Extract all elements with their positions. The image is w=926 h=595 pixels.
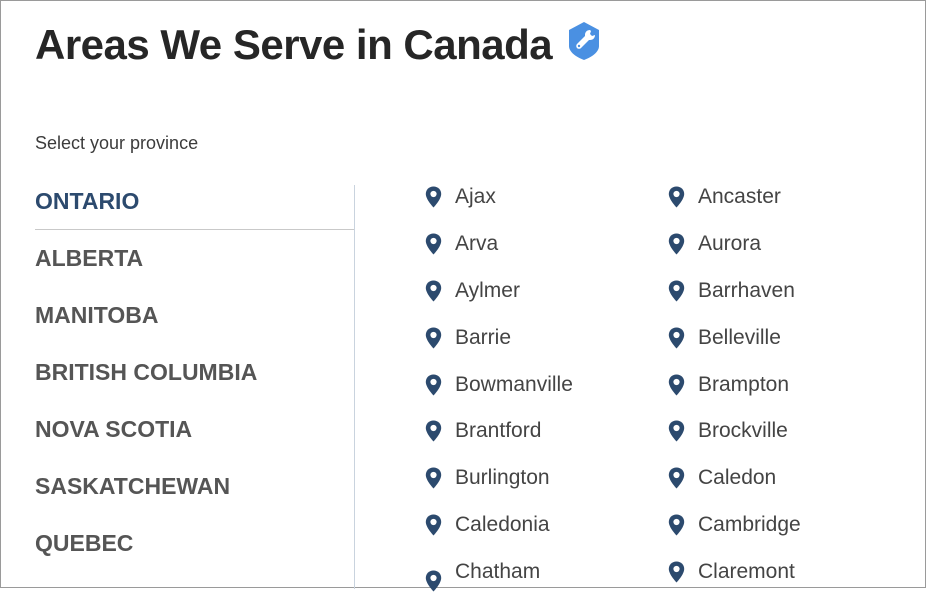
city-item-arva[interactable]: Arva [425,221,668,268]
location-pin-icon [425,467,442,489]
city-item-barrhaven[interactable]: Barrhaven [668,268,911,315]
location-pin-icon [668,467,685,489]
city-list: Ajax Ancaster Arva Aurora Aylmer Barrhaven Bar… [425,174,911,595]
city-item-burlington[interactable]: Burlington [425,455,668,502]
location-pin-icon [425,233,442,255]
location-pin-icon [425,186,442,208]
city-label: Brampton [698,372,790,396]
city-label: Barrie [455,325,512,349]
city-label: Caledon [698,466,777,490]
location-pin-icon [425,280,442,302]
location-pin-icon [668,186,685,208]
city-label: Aurora [698,232,762,256]
location-pin-icon [425,420,442,442]
city-label: Belleville [698,325,781,349]
city-item-chatham[interactable]: Chatham [425,548,668,595]
city-item-cambridge[interactable]: Cambridge [668,502,911,549]
service-badge-icon [569,22,600,60]
city-label: Bowmanville [455,372,573,396]
city-label: Arva [455,232,499,256]
column-divider [354,185,355,589]
city-label: Cambridge [698,512,801,536]
location-pin-icon [668,420,685,442]
province-tab-ontario[interactable]: ONTARIO [35,173,354,230]
city-label: Barrhaven [698,278,795,302]
city-item-brampton[interactable]: Brampton [668,361,911,408]
location-pin-icon [668,280,685,302]
location-pin-icon [425,327,442,349]
location-pin-icon [668,327,685,349]
location-pin-icon [425,374,442,396]
location-pin-icon [425,514,442,536]
city-label: Brockville [698,419,788,443]
city-item-belleville[interactable]: Belleville [668,314,911,361]
city-item-ajax[interactable]: Ajax [425,174,668,221]
province-tabs: ONTARIO ALBERTA MANITOBA BRITISH COLUMBIA NO… [35,173,354,572]
city-label: Burlington [455,466,550,490]
city-label: Claremont [698,559,795,583]
city-item-bowmanville[interactable]: Bowmanville [425,361,668,408]
location-pin-icon [668,374,685,396]
city-label: Ancaster [698,185,781,209]
city-label: Brantford [455,419,542,443]
location-pin-icon [425,570,442,592]
province-tab-manitoba[interactable]: MANITOBA [35,287,354,344]
location-pin-icon [668,561,685,583]
location-pin-icon [668,233,685,255]
city-item-ancaster[interactable]: Ancaster [668,174,911,221]
city-item-claremont[interactable]: Claremont [668,548,911,595]
location-pin-icon [668,514,685,536]
city-item-barrie[interactable]: Barrie [425,314,668,361]
city-label: Aylmer [455,278,520,302]
select-province-label: Select your province [35,133,199,153]
province-tab-nova-scotia[interactable]: NOVA SCOTIA [35,401,354,458]
city-item-aylmer[interactable]: Aylmer [425,268,668,315]
city-label: Chatham [455,559,541,583]
city-label: Caledonia [455,512,550,536]
city-item-brantford[interactable]: Brantford [425,408,668,455]
city-label: Ajax [455,185,496,209]
province-tab-british-columbia[interactable]: BRITISH COLUMBIA [35,344,354,401]
city-item-caledonia[interactable]: Caledonia [425,502,668,549]
city-item-brockville[interactable]: Brockville [668,408,911,455]
province-tab-alberta[interactable]: ALBERTA [35,230,354,287]
page-header: Areas We Serve in Canada [35,19,602,71]
page-title: Areas We Serve in Canada [35,21,553,68]
province-tab-quebec[interactable]: QUEBEC [35,515,354,572]
city-item-caledon[interactable]: Caledon [668,455,911,502]
city-item-aurora[interactable]: Aurora [668,221,911,268]
province-tab-saskatchewan[interactable]: SASKATCHEWAN [35,458,354,515]
